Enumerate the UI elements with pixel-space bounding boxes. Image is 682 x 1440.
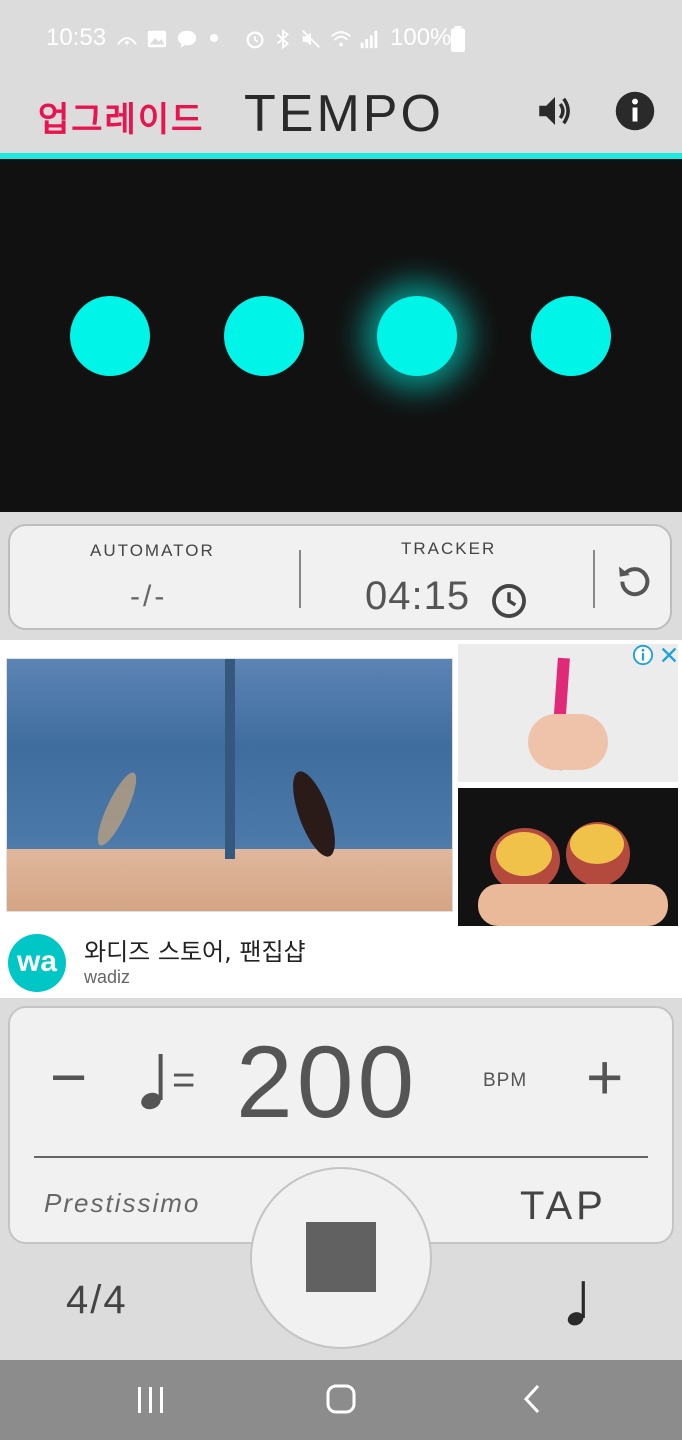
image-icon [147, 30, 167, 48]
decrease-bpm-button[interactable]: − [50, 1040, 87, 1114]
back-icon[interactable] [518, 1382, 548, 1416]
home-icon[interactable] [324, 1382, 358, 1416]
app-title: TEMPO [244, 85, 444, 143]
equals-sign: = [172, 1058, 196, 1102]
beat-indicator-1 [70, 296, 150, 376]
clock-icon[interactable] [490, 582, 528, 620]
bluetooth-icon [276, 28, 289, 50]
tracker-label: TRACKER [401, 539, 497, 558]
ad-advertiser[interactable]: wadiz [84, 967, 130, 988]
status-time: 10:53 [46, 24, 107, 51]
beat-indicator-4 [531, 296, 611, 376]
reset-icon[interactable] [614, 560, 654, 600]
note-value-icon[interactable] [566, 1278, 590, 1326]
info-panel [8, 524, 672, 630]
bpm-unit: BPM [483, 1070, 528, 1091]
info-icon[interactable] [614, 90, 656, 132]
bpm-divider [34, 1156, 648, 1158]
dot-icon [210, 34, 218, 42]
battery-icon [450, 26, 466, 52]
ad-image-sweet-potato[interactable] [458, 788, 678, 926]
divider [593, 550, 595, 608]
recent-apps-icon[interactable] [134, 1384, 168, 1416]
alarm-icon [246, 31, 264, 49]
ad-title[interactable]: 와디즈 스토어, 팬집샵 [84, 932, 306, 967]
quarter-note-icon [141, 1054, 163, 1110]
wifi-icon [331, 31, 351, 47]
ad-image-jeans[interactable] [6, 658, 453, 912]
volume-icon[interactable] [534, 90, 576, 132]
beat-indicator-2 [224, 296, 304, 376]
notification-icon [117, 37, 137, 46]
time-signature[interactable]: 4/4 [66, 1278, 128, 1323]
tracker-value[interactable]: 04:15 [365, 574, 470, 619]
automator-value[interactable]: -/- [130, 580, 167, 614]
stop-icon [306, 1222, 376, 1292]
tap-button[interactable]: TAP [520, 1184, 607, 1229]
divider [299, 550, 301, 608]
increase-bpm-button[interactable]: + [586, 1040, 623, 1114]
tempo-name: Prestissimo [44, 1188, 201, 1218]
ad-close-icon[interactable] [658, 644, 680, 666]
advertiser-logo[interactable]: wa [8, 934, 66, 992]
ad-choices-icon[interactable] [632, 644, 654, 666]
talk-icon [177, 30, 197, 49]
bpm-value[interactable]: 200 [236, 1024, 418, 1141]
signal-icon [360, 30, 378, 49]
battery-percentage: 100% [390, 24, 452, 51]
upgrade-button[interactable]: 업그레이드 [38, 92, 204, 141]
automator-label: AUTOMATOR [90, 541, 215, 560]
beat-indicator-3-active [377, 296, 457, 376]
mute-icon [302, 30, 320, 48]
